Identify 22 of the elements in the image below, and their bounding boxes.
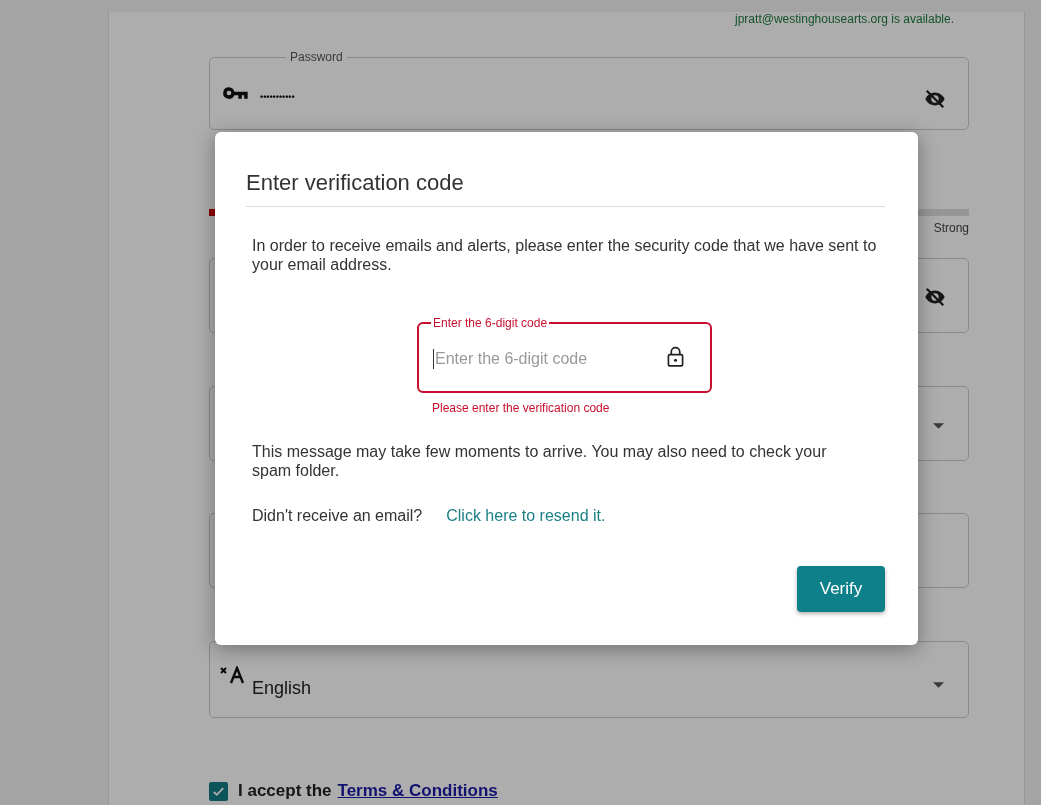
resend-prompt: Didn't receive an email? [252,507,423,525]
strength-label: Strong [933,221,969,237]
dialog-intro: In order to receive emails and alerts, please enter the security code that we have sent to your email address. [251,236,878,274]
dialog-title: Enter verification code [246,170,885,207]
caret-icon [933,423,944,429]
eye-slash-icon[interactable] [924,88,946,110]
lock-icon [667,346,684,367]
error-message: Please enter the verification code [432,401,611,415]
password-input[interactable]: ••••••••••• [258,90,352,103]
resend-link[interactable]: Click here to resend it. [446,507,606,525]
code-field[interactable]: Enter the 6-digit code Enter the 6-digit code [417,316,712,393]
eye-slash-icon[interactable] [924,286,946,308]
key-icon [222,85,250,100]
availability-message: jpratt@westinghousearts.org is available. [733,12,955,28]
terms-link[interactable]: Terms & Conditions [337,781,498,801]
caret-icon [933,682,944,688]
terms-label: I accept the [238,781,332,801]
password-field[interactable]: Password ••••••••••• [209,50,969,130]
checkbox[interactable] [209,781,228,801]
translate-icon [220,665,246,684]
dialog-note: This message may take few moments to arrive. You may also need to check your spam folder. [251,442,828,480]
verify-button[interactable]: Verify [797,566,885,612]
